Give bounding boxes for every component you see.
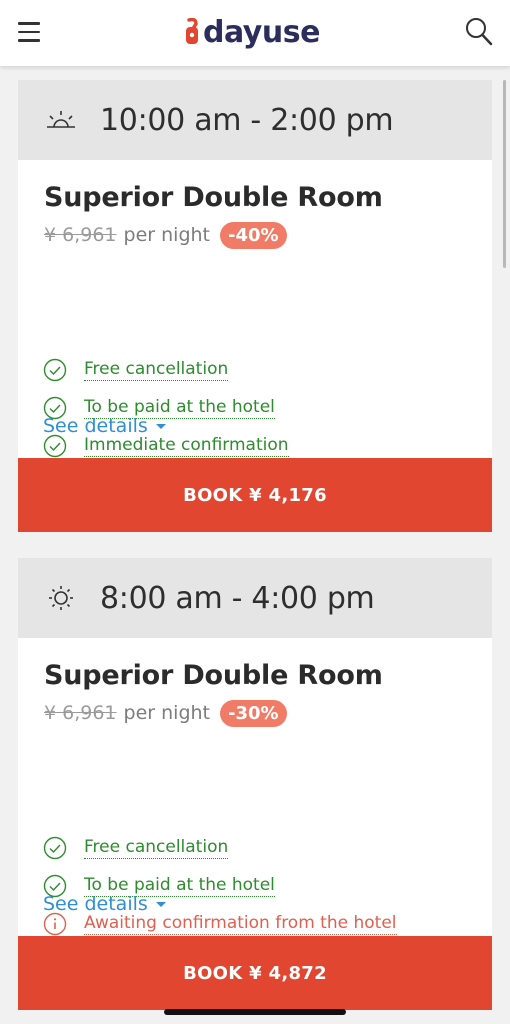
original-price: ¥ 6,961 — [44, 702, 117, 724]
price-line: ¥ 6,961 per night -40% — [44, 220, 287, 250]
sun-icon — [49, 586, 73, 610]
book-button[interactable]: BOOK ¥ 4,176 — [18, 458, 492, 532]
hamburger-menu-icon[interactable] — [18, 22, 40, 42]
check-circle-icon — [43, 358, 67, 382]
offer-details: Superior Double Room ¥ 6,961 per night -… — [18, 638, 492, 936]
sunrise-icon — [47, 111, 75, 128]
offer-card: 8:00 am - 4:00 pm Superior Double Room ¥… — [18, 558, 492, 1010]
per-night-label: per night — [123, 702, 211, 724]
original-price: ¥ 6,961 — [44, 224, 117, 246]
feature-free-cancellation[interactable]: Free cancellation — [43, 356, 229, 384]
check-circle-icon — [43, 434, 67, 458]
see-details-label: See details — [43, 893, 148, 915]
time-slot: 10:00 am - 2:00 pm — [100, 102, 394, 138]
see-details-link[interactable]: See details — [43, 415, 166, 437]
scrollbar[interactable] — [503, 80, 506, 268]
room-title: Superior Double Room — [44, 660, 383, 691]
offer-card: 10:00 am - 2:00 pm Superior Double Room … — [18, 80, 492, 532]
home-indicator[interactable] — [164, 1009, 346, 1015]
discount-badge: -40% — [220, 221, 287, 249]
logo-mark-icon — [186, 18, 198, 44]
search-icon[interactable] — [464, 16, 494, 48]
feature-free-cancellation[interactable]: Free cancellation — [43, 834, 229, 862]
dayuse-logo[interactable]: dayuse — [184, 10, 320, 54]
caret-down-icon — [155, 901, 166, 907]
app-header: dayuse — [0, 0, 510, 66]
logo-text: dayuse — [203, 14, 320, 50]
discount-badge: -30% — [220, 699, 287, 727]
per-night-label: per night — [123, 224, 211, 246]
see-details-link[interactable]: See details — [43, 893, 166, 915]
room-title: Superior Double Room — [44, 182, 383, 213]
time-slot: 8:00 am - 4:00 pm — [100, 580, 375, 616]
feature-label: Free cancellation — [84, 359, 229, 381]
feature-label: Free cancellation — [84, 837, 229, 859]
feature-label: Immediate confirmation — [84, 435, 289, 457]
time-slot-header: 10:00 am - 2:00 pm — [18, 80, 492, 160]
time-slot-header: 8:00 am - 4:00 pm — [18, 558, 492, 638]
feature-label: Awaiting confirmation from the hotel — [84, 913, 397, 935]
price-line: ¥ 6,961 per night -30% — [44, 698, 287, 728]
book-button[interactable]: BOOK ¥ 4,872 — [18, 936, 492, 1010]
offer-details: Superior Double Room ¥ 6,961 per night -… — [18, 160, 492, 458]
caret-down-icon — [155, 423, 166, 429]
info-circle-icon — [43, 912, 67, 936]
see-details-label: See details — [43, 415, 148, 437]
check-circle-icon — [43, 836, 67, 860]
